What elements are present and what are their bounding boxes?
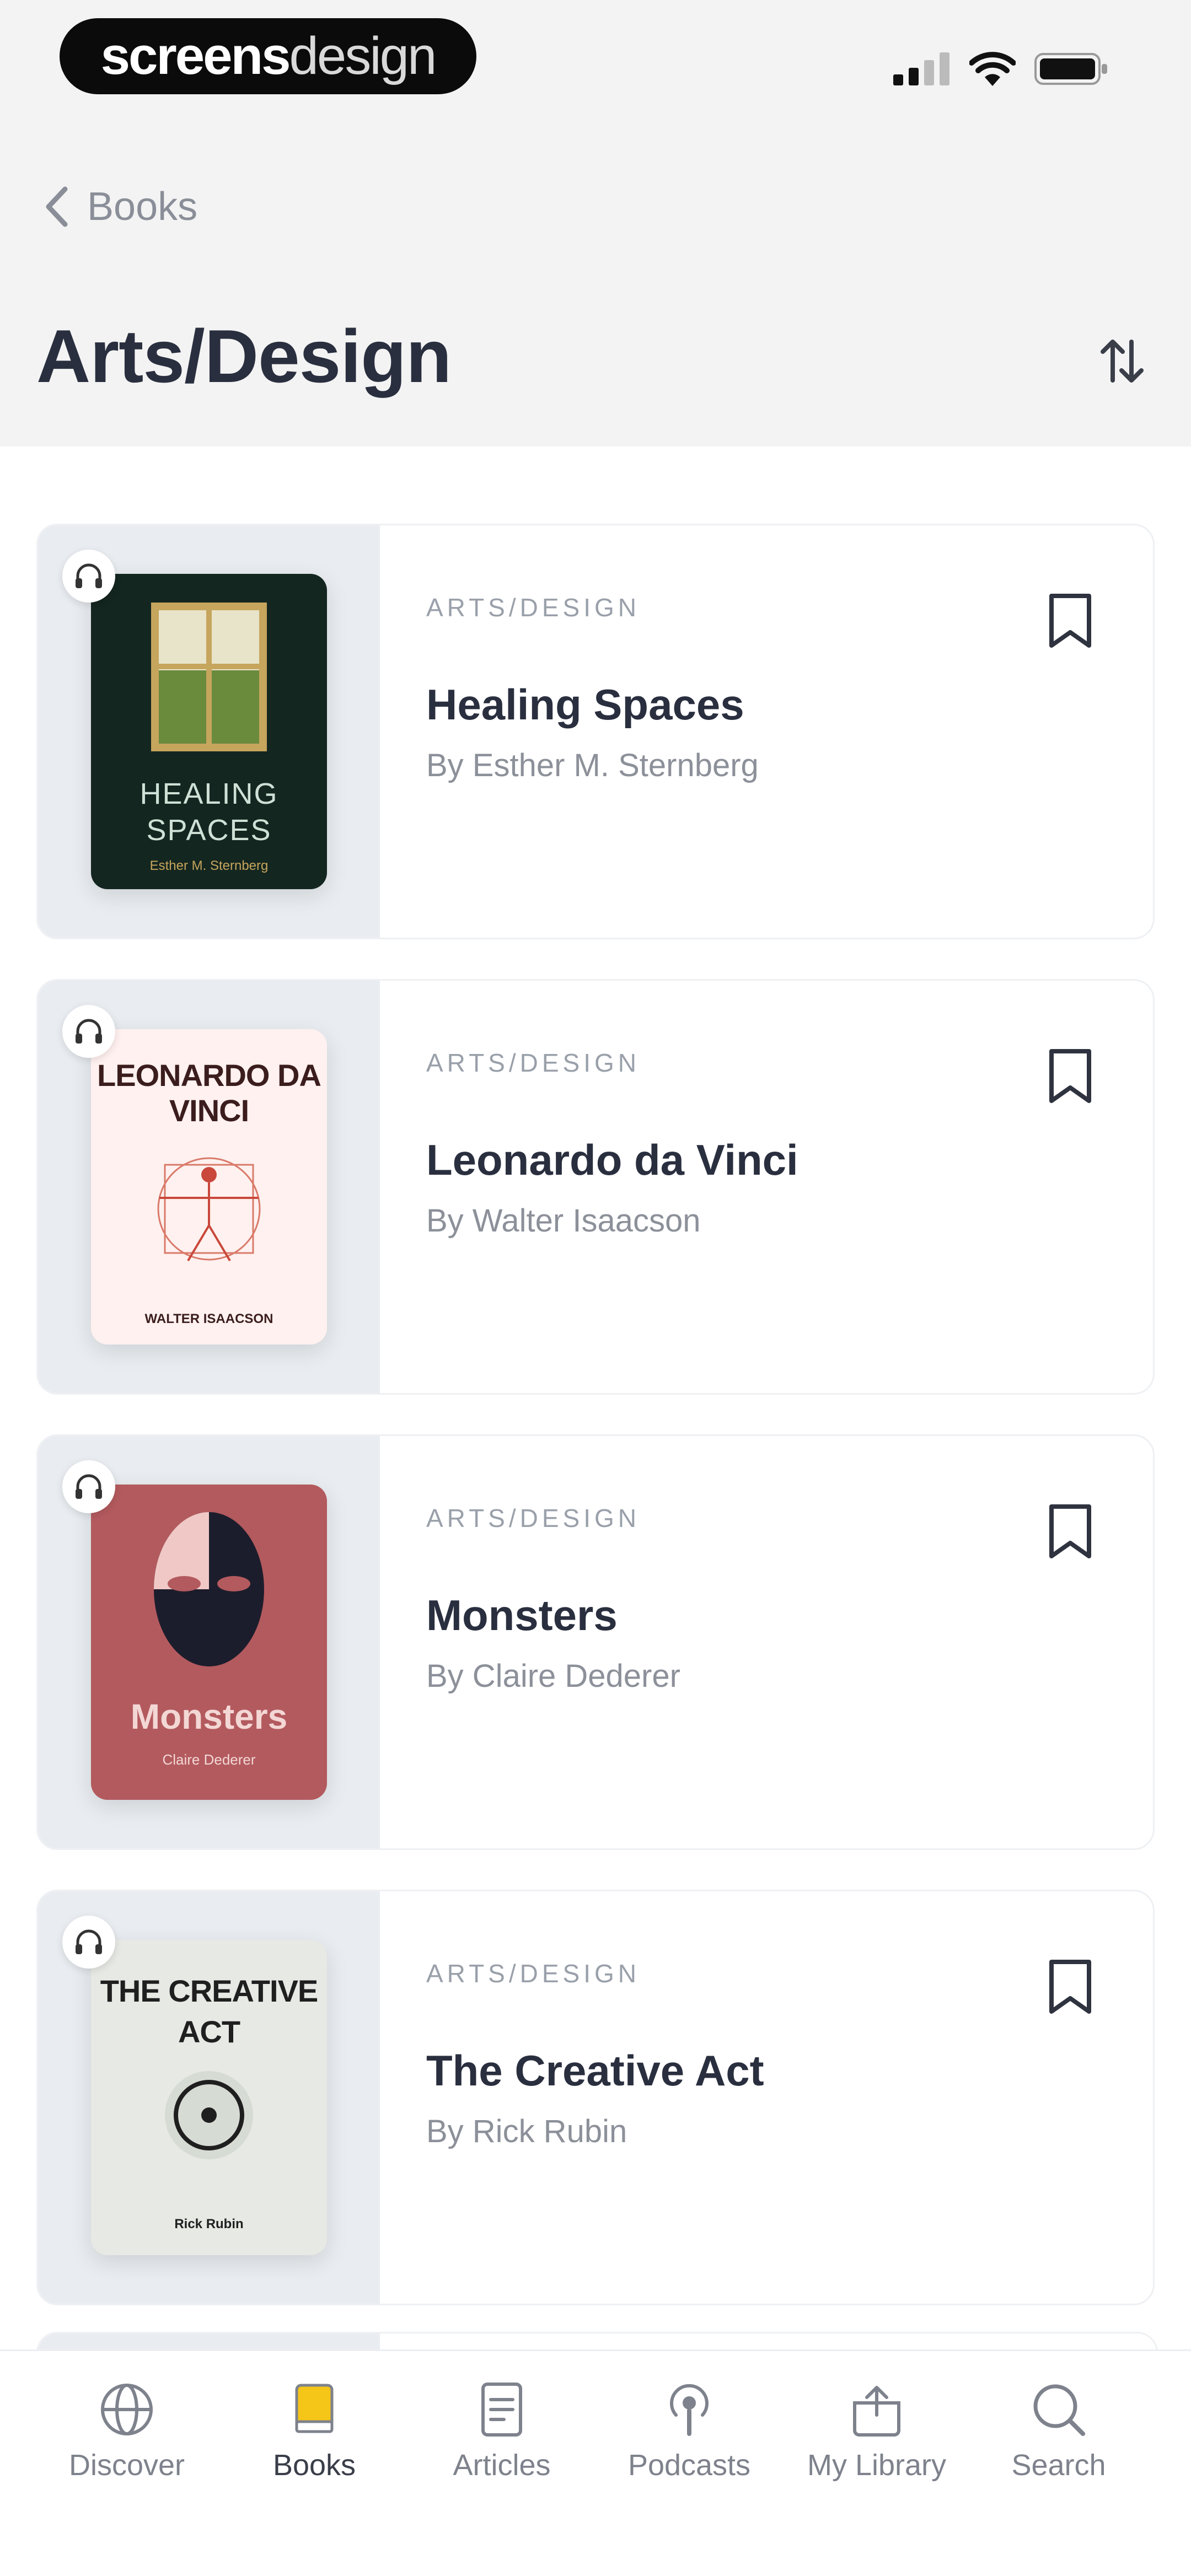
card-body: ARTS/DESIGN The Creative Act By Rick Rub… <box>426 1891 1153 2304</box>
cover-author: WALTER ISAACSON <box>144 1311 273 1326</box>
bookmark-icon[interactable] <box>1044 590 1097 651</box>
chevron-left-icon <box>46 186 68 227</box>
tab-books[interactable]: Books <box>232 2376 397 2482</box>
bookmark-icon[interactable] <box>1044 1046 1097 1106</box>
status-icons <box>893 50 1108 88</box>
cover-panel: LEONARDO DA VINCI WALTER ISAACSON <box>38 981 380 1393</box>
back-label: Books <box>87 185 198 229</box>
document-icon <box>481 2383 522 2437</box>
tab-articles[interactable]: Articles <box>419 2376 584 2482</box>
cover-author: Esther M. Sternberg <box>149 858 269 873</box>
book-title: Healing Spaces <box>426 680 744 729</box>
tab-discover[interactable]: Discover <box>44 2376 210 2482</box>
cover-title: HEALING SPACES <box>140 777 278 847</box>
tab-label: Books <box>272 2449 356 2482</box>
brand-watermark: screens design <box>60 18 476 94</box>
headphones-icon <box>62 550 115 603</box>
book-author: By Walter Isaacson <box>426 1203 701 1239</box>
podcast-icon <box>670 2384 709 2436</box>
cover-panel: Monsters Claire Dederer <box>38 1436 380 1848</box>
book-category: ARTS/DESIGN <box>426 1048 640 1077</box>
brand-text-part1: screens <box>100 26 291 85</box>
record-illustration <box>165 2071 253 2159</box>
cover-title: LEONARDO DA VINCI <box>97 1058 321 1128</box>
tab-bar: Discover Books Articles Podcasts My Libr… <box>0 2349 1191 2576</box>
book-author: By Rick Rubin <box>426 2113 627 2149</box>
tab-label: My Library <box>807 2449 947 2482</box>
book-title: The Creative Act <box>426 2046 764 2095</box>
book-category: ARTS/DESIGN <box>426 1959 640 1988</box>
tab-podcasts[interactable]: Podcasts <box>607 2376 772 2482</box>
cover-panel: THE CREATIVE ACT Rick Rubin <box>38 1891 380 2304</box>
book-category: ARTS/DESIGN <box>426 593 640 622</box>
tab-label: Discover <box>68 2449 185 2482</box>
bookmark-icon[interactable] <box>1044 1501 1097 1562</box>
search-icon <box>1033 2384 1085 2436</box>
book-title: Monsters <box>426 1591 618 1639</box>
globe-icon <box>101 2384 153 2435</box>
book-title: Leonardo da Vinci <box>426 1136 798 1184</box>
book-card[interactable]: Monsters Claire Dederer ARTS/DESIGN Mons… <box>36 1434 1155 1850</box>
headphones-icon <box>62 1460 115 1513</box>
cover-title: THE CREATIVE ACT <box>100 1973 319 2049</box>
window-illustration <box>151 603 267 751</box>
tab-my-library[interactable]: My Library <box>794 2376 959 2482</box>
tab-label: Articles <box>453 2449 551 2482</box>
wifi-icon <box>969 52 1016 86</box>
book-author: By Esther M. Sternberg <box>426 747 759 783</box>
book-cover: LEONARDO DA VINCI WALTER ISAACSON <box>91 1029 327 1345</box>
headphones-icon <box>62 1005 115 1058</box>
library-icon <box>853 2386 900 2437</box>
book-list: HEALING SPACES Esther M. Sternberg ARTS/… <box>36 524 1155 2345</box>
cover-panel: HEALING SPACES Esther M. Sternberg <box>38 525 380 938</box>
mask-illustration <box>154 1512 264 1666</box>
book-cover: HEALING SPACES Esther M. Sternberg <box>91 574 327 889</box>
card-body: ARTS/DESIGN Monsters By Claire Dederer <box>426 1436 1153 1848</box>
bookmark-icon[interactable] <box>1044 1956 1097 2017</box>
book-card[interactable]: HEALING SPACES Esther M. Sternberg ARTS/… <box>36 524 1155 939</box>
headphones-icon <box>62 1916 115 1969</box>
book-category: ARTS/DESIGN <box>426 1504 640 1532</box>
page-title: Arts/Design <box>36 314 452 398</box>
book-cover: THE CREATIVE ACT Rick Rubin <box>91 1940 327 2255</box>
cover-author: Claire Dederer <box>162 1751 256 1768</box>
tab-search[interactable]: Search <box>976 2376 1141 2482</box>
tab-label: Search <box>1011 2449 1106 2482</box>
cover-title: Monsters <box>130 1697 288 1736</box>
cover-author: Rick Rubin <box>174 2217 244 2231</box>
book-cover: Monsters Claire Dederer <box>91 1485 327 1800</box>
card-body: ARTS/DESIGN Leonardo da Vinci By Walter … <box>426 981 1153 1393</box>
back-button[interactable]: Books <box>44 176 197 237</box>
book-card[interactable]: THE CREATIVE ACT Rick Rubin ARTS/DESIGN … <box>36 1890 1155 2305</box>
tab-label: Podcasts <box>627 2449 751 2482</box>
book-card[interactable]: LEONARDO DA VINCI WALTER ISAACSON ARTS/D… <box>36 979 1155 1395</box>
book-author: By Claire Dederer <box>426 1658 680 1694</box>
book-icon <box>295 2384 334 2433</box>
brand-text-part2: design <box>289 26 437 85</box>
sort-icon[interactable] <box>1097 336 1147 386</box>
battery-icon <box>1034 53 1107 85</box>
vitruvian-illustration <box>157 1157 261 1262</box>
card-body: ARTS/DESIGN Healing Spaces By Esther M. … <box>426 525 1153 938</box>
signal-icon <box>893 52 949 85</box>
